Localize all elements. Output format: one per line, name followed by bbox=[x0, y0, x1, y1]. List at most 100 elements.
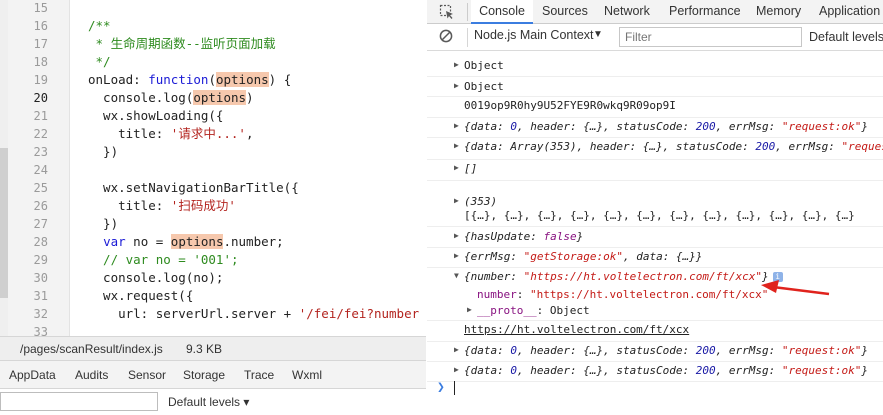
console-message[interactable]: ▶ {data: 0, header: {…}, statusCode: 200,… bbox=[427, 118, 883, 138]
expand-right-icon[interactable]: ▶ bbox=[454, 141, 459, 150]
code-text: var no = options.number; bbox=[103, 234, 284, 249]
console-message[interactable]: ▶ {data: 0, header: {…}, statusCode: 200,… bbox=[427, 342, 883, 362]
console-message[interactable]: ▶ Object bbox=[427, 57, 883, 77]
code-line: 21 wx.showLoading({ bbox=[8, 107, 426, 125]
line-number: 16 bbox=[33, 19, 48, 33]
console-message[interactable]: https://ht.voltelectron.com/ft/xcx bbox=[427, 321, 883, 342]
expand-right-icon[interactable]: ▶ bbox=[454, 231, 459, 240]
console-message-text: [] bbox=[464, 162, 478, 175]
lower-levels-dropdown[interactable]: Default levels ▾ bbox=[168, 395, 249, 409]
clear-console-icon[interactable] bbox=[439, 29, 453, 43]
console-message[interactable]: ▶ {hasUpdate: false} bbox=[427, 228, 883, 248]
line-number: 17 bbox=[33, 37, 48, 51]
expand-right-icon[interactable]: ▶ bbox=[454, 251, 459, 260]
console-filter-input[interactable] bbox=[619, 27, 802, 47]
code-text: url: serverUrl.server + '/fei/fei?number bbox=[88, 306, 420, 321]
console-message[interactable]: ▶ {data: Array(353), header: {…}, statusC… bbox=[427, 138, 883, 160]
expand-right-icon[interactable]: ▶ bbox=[454, 60, 459, 69]
expand-right-icon[interactable]: ▶ bbox=[467, 305, 472, 314]
code-text: wx.setNavigationBarTitle({ bbox=[88, 180, 299, 195]
file-path: /pages/scanResult/index.js bbox=[20, 342, 163, 356]
code-line: 31 wx.request({ bbox=[8, 287, 426, 305]
tab-sources[interactable]: Sources bbox=[542, 4, 588, 18]
lower-filter-row: Default levels ▾ bbox=[0, 388, 426, 415]
code-text: wx.showLoading({ bbox=[88, 108, 224, 123]
console-message-text: {data: 0, header: {…}, statusCode: 200, … bbox=[464, 364, 869, 377]
expand-right-icon[interactable]: ▶ bbox=[454, 121, 459, 130]
console-message[interactable]: ▶ {errMsg: "getStorage:ok", data: {…}} bbox=[427, 248, 883, 268]
debugger-tabs: AppData Audits Sensor Storage Trace Wxml bbox=[0, 360, 426, 388]
code-line: 33 bbox=[8, 323, 426, 336]
editor-scrollbar[interactable] bbox=[0, 0, 8, 336]
line-number: 28 bbox=[33, 235, 48, 249]
expand-right-icon[interactable]: ▶ bbox=[454, 196, 459, 205]
editor-scroll-thumb[interactable] bbox=[0, 148, 8, 298]
inspect-element-icon[interactable] bbox=[439, 4, 455, 20]
tab-network[interactable]: Network bbox=[604, 4, 650, 18]
expand-down-icon[interactable]: ▼ bbox=[454, 271, 459, 280]
tab-appdata[interactable]: AppData bbox=[9, 368, 56, 382]
console-message-text: (353) [{…}, {…}, {…}, {…}, {…}, {…}, {…}… bbox=[464, 195, 855, 222]
code-text: /** bbox=[88, 18, 111, 33]
expand-right-icon[interactable]: ▶ bbox=[454, 163, 459, 172]
tab-performance[interactable]: Performance bbox=[669, 4, 741, 18]
code-line: 19 onLoad: function(options) { bbox=[8, 71, 426, 89]
line-number: 21 bbox=[33, 109, 48, 123]
devtools-panel: Console Sources Network Performance Memo… bbox=[427, 0, 883, 415]
expand-right-icon[interactable]: ▶ bbox=[454, 365, 459, 374]
console-message[interactable]: ▶ Object bbox=[427, 78, 883, 97]
console-message-text: https://ht.voltelectron.com/ft/xcx bbox=[464, 323, 690, 336]
code-line: 20 console.log(options) bbox=[8, 89, 426, 107]
console-message-text: {number: "https://ht.voltelectron.com/ft… bbox=[464, 270, 783, 284]
console-message-text: {data: Array(353), header: {…}, statusCo… bbox=[464, 140, 883, 153]
tab-trace[interactable]: Trace bbox=[244, 368, 274, 382]
console-input-caret[interactable] bbox=[454, 381, 455, 395]
tab-application[interactable]: Application bbox=[819, 4, 880, 18]
chevron-down-icon: ▾ bbox=[243, 395, 250, 409]
tab-wxml[interactable]: Wxml bbox=[292, 368, 322, 382]
console-message-text: Object bbox=[464, 80, 504, 93]
console-toolbar: Node.js Main Context ▼ Default levels bbox=[427, 24, 883, 51]
line-number: 27 bbox=[33, 217, 48, 231]
line-number: 19 bbox=[33, 73, 48, 87]
tab-audits[interactable]: Audits bbox=[75, 368, 108, 382]
console-message[interactable]: ▶ (353) [{…}, {…}, {…}, {…}, {…}, {…}, {…… bbox=[427, 193, 883, 227]
context-selector[interactable]: Node.js Main Context bbox=[467, 28, 594, 47]
console-message-text: __proto__: Object bbox=[477, 304, 590, 317]
console-message[interactable]: ▶ {data: 0, header: {…}, statusCode: 200,… bbox=[427, 362, 883, 382]
code-line: 27 }) bbox=[8, 215, 426, 233]
code-line: 16 /** bbox=[8, 17, 426, 35]
code-line: 29 // var no = '001'; bbox=[8, 251, 426, 269]
code-text: }) bbox=[88, 216, 119, 231]
console-message-text: number: "https://ht.voltelectron.com/ft/… bbox=[477, 288, 769, 301]
line-number: 20 bbox=[33, 91, 48, 105]
console-message[interactable]: 0019op9R0hy9U52FYE9R0wkq9R09op9I bbox=[427, 97, 883, 118]
expand-right-icon[interactable]: ▶ bbox=[454, 345, 459, 354]
code-text: */ bbox=[88, 54, 111, 69]
console-message[interactable]: ▶ [] bbox=[427, 160, 883, 181]
devtools-toolbar: Console Sources Network Performance Memo… bbox=[427, 0, 883, 24]
code-line: 18 */ bbox=[8, 53, 426, 71]
console-message-text: 0019op9R0hy9U52FYE9R0wkq9R09op9I bbox=[464, 99, 676, 112]
levels-dropdown[interactable]: Default levels bbox=[809, 30, 883, 44]
lower-filter-input[interactable] bbox=[0, 392, 158, 411]
console-message-text: {data: 0, header: {…}, statusCode: 200, … bbox=[464, 344, 869, 357]
line-number: 23 bbox=[33, 145, 48, 159]
code-line: 22 title: '请求中...', bbox=[8, 125, 426, 143]
context-label: Node.js Main Context bbox=[474, 28, 594, 42]
console-message-text: {errMsg: "getStorage:ok", data: {…}} bbox=[464, 250, 703, 263]
code-line: 15 bbox=[8, 0, 426, 17]
code-text: title: '请求中...', bbox=[88, 126, 254, 141]
code-editor[interactable]: 15 16 /** 17 * 生命周期函数--监听页面加载 18 */19 onLoad:… bbox=[0, 0, 426, 336]
tab-memory[interactable]: Memory bbox=[756, 4, 801, 18]
console-output[interactable]: ▶ Object ▶ Object 0019op9R0hy9U52FYE9R0wkq9R… bbox=[427, 52, 883, 415]
expand-right-icon[interactable]: ▶ bbox=[454, 81, 459, 90]
code-text: title: '扫码成功' bbox=[88, 198, 236, 213]
tab-console[interactable]: Console bbox=[471, 0, 533, 24]
code-text: * 生命周期函数--监听页面加载 bbox=[88, 36, 276, 51]
console-message-text: {data: 0, header: {…}, statusCode: 200, … bbox=[464, 120, 869, 133]
chevron-down-icon: ▼ bbox=[593, 29, 603, 40]
tab-sensor[interactable]: Sensor bbox=[128, 368, 166, 382]
tab-storage[interactable]: Storage bbox=[183, 368, 225, 382]
console-message[interactable]: ▶ __proto__: Object bbox=[427, 302, 883, 321]
